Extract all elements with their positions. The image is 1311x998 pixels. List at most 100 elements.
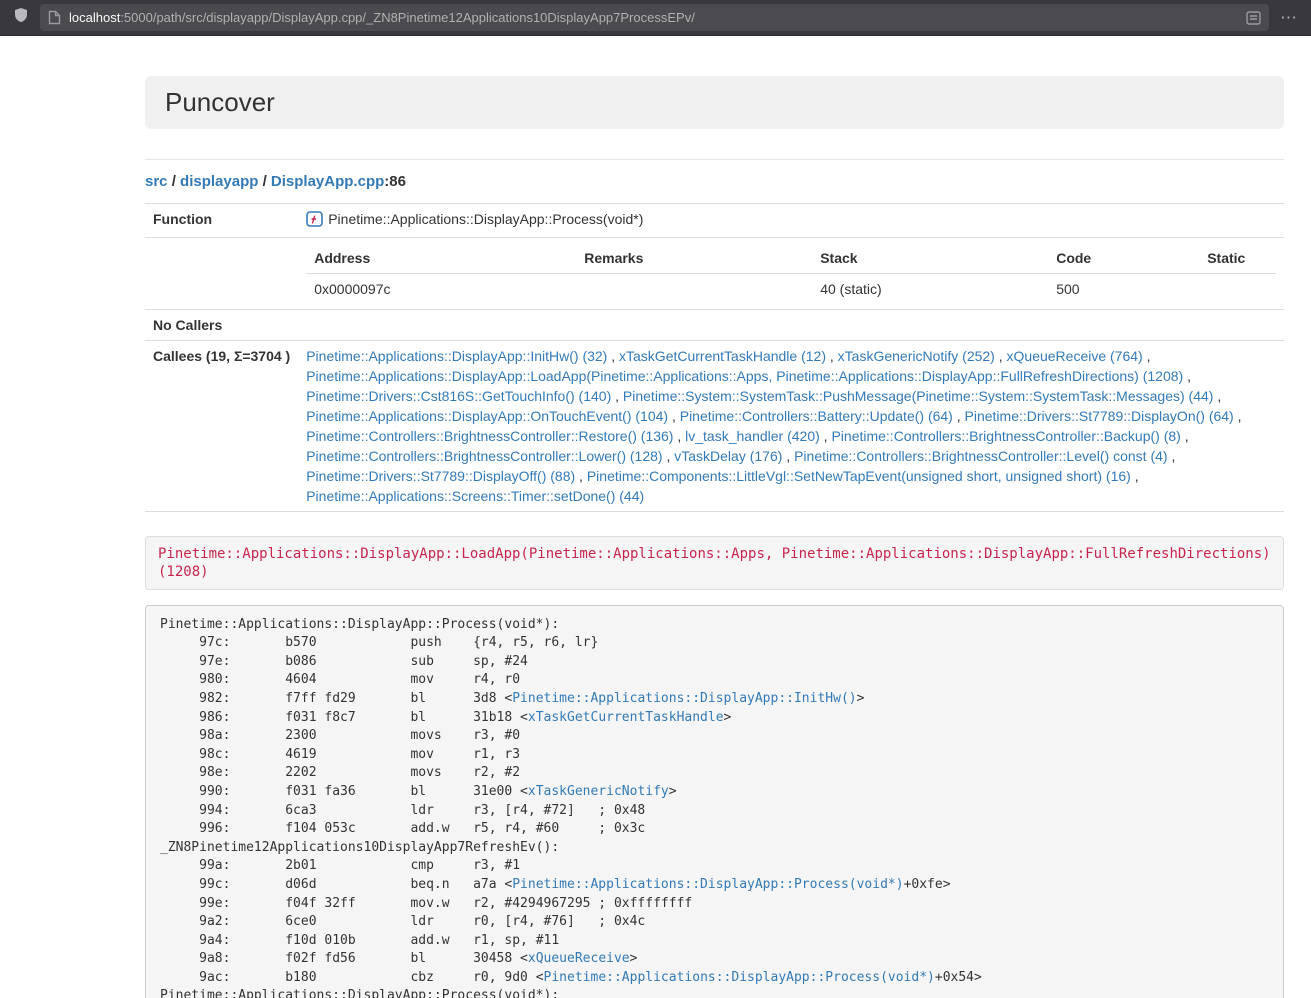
code-text: 98c: 4619 mov r1, r3 <box>160 747 520 762</box>
code-line: 99e: f04f 32ff mov.w r2, #4294967295 ; 0… <box>160 895 1269 914</box>
code-text: 9ac: b180 cbz r0, 9d0 < <box>160 970 544 985</box>
code-text: +0xfe> <box>904 877 951 892</box>
code-symbol-link[interactable]: Pinetime::Applications::DisplayApp::Proc… <box>512 877 903 892</box>
code-text: 982: f7ff fd29 bl 3d8 < <box>160 691 512 706</box>
callee-separator: , <box>1131 468 1139 484</box>
callee-separator: , <box>668 408 680 424</box>
code-line: 980: 4604 mov r4, r0 <box>160 671 1269 690</box>
code-text: > <box>669 784 677 799</box>
callee-link[interactable]: lv_task_handler (420) <box>685 428 820 444</box>
code-line: 9a4: f10d 010b add.w r1, sp, #11 <box>160 932 1269 951</box>
callees-list: Pinetime::Applications::DisplayApp::Init… <box>298 340 1284 511</box>
sub-table-header-row: AddressRemarksStackCodeStatic <box>306 243 1276 274</box>
code-text: 97e: b086 sub sp, #24 <box>160 654 528 669</box>
code-line: 98c: 4619 mov r1, r3 <box>160 746 1269 765</box>
callee-link[interactable]: Pinetime::Applications::DisplayApp::OnTo… <box>306 408 668 424</box>
no-callers-label: No Callers <box>145 309 298 340</box>
reader-mode-icon[interactable] <box>1246 11 1261 25</box>
callee-link[interactable]: Pinetime::Controllers::BrightnessControl… <box>306 448 662 464</box>
function-name: Pinetime::Applications::DisplayApp::Proc… <box>328 211 643 227</box>
breadcrumb-link[interactable]: src <box>145 173 168 190</box>
code-line: 994: 6ca3 ldr r3, [r4, #72] ; 0x48 <box>160 802 1269 821</box>
code-text: 986: f031 f8c7 bl 31b18 < <box>160 710 528 725</box>
code-text: 98e: 2202 movs r2, #2 <box>160 765 520 780</box>
callee-link[interactable]: Pinetime::Controllers::BrightnessControl… <box>831 428 1180 444</box>
callee-link[interactable]: xQueueReceive (764) <box>1007 348 1143 364</box>
cell-value: 40 (static) <box>812 273 1048 304</box>
code-text: _ZN8Pinetime12Applications10DisplayApp7R… <box>160 840 559 855</box>
code-line: 99a: 2b01 cmp r3, #1 <box>160 857 1269 876</box>
code-text: 9a8: f02f fd56 bl 30458 < <box>160 951 528 966</box>
callee-link[interactable]: Pinetime::Controllers::Battery::Update()… <box>680 408 953 424</box>
callee-link[interactable]: xTaskGenericNotify (252) <box>838 348 995 364</box>
no-callers-cell <box>298 309 1284 340</box>
column-header: Address <box>306 243 576 274</box>
callee-link[interactable]: Pinetime::System::SystemTask::PushMessag… <box>623 388 1214 404</box>
code-symbol-link[interactable]: xTaskGenericNotify <box>528 784 669 799</box>
code-text: 9a2: 6ce0 ldr r0, [r4, #76] ; 0x4c <box>160 914 645 929</box>
callee-separator: , <box>611 388 623 404</box>
callee-link[interactable]: Pinetime::Controllers::BrightnessControl… <box>794 448 1167 464</box>
browser-menu-button[interactable]: ⋯ <box>1275 0 1303 36</box>
breadcrumb-link[interactable]: DisplayApp.cpp <box>271 173 384 190</box>
breadcrumb-separator: / <box>168 173 181 190</box>
details-row: AddressRemarksStackCodeStatic 0x0000097c… <box>145 237 1284 309</box>
callee-link[interactable]: xTaskGetCurrentTaskHandle (12) <box>619 348 826 364</box>
column-header: Stack <box>812 243 1048 274</box>
callee-separator: , <box>1234 408 1242 424</box>
breadcrumb-link[interactable]: displayapp <box>180 173 258 190</box>
callee-link[interactable]: Pinetime::Applications::DisplayApp::Init… <box>306 348 607 364</box>
code-symbol-link[interactable]: Pinetime::Applications::DisplayApp::Proc… <box>544 970 935 985</box>
url-bar[interactable]: localhost:5000/path/src/displayapp/Displ… <box>40 4 1269 31</box>
callee-separator: , <box>953 408 965 424</box>
column-header: Static <box>1199 243 1276 274</box>
code-text: 99a: 2b01 cmp r3, #1 <box>160 858 520 873</box>
code-line: 9a2: 6ce0 ldr r0, [r4, #76] ; 0x4c <box>160 913 1269 932</box>
url-path: :5000/path/src/displayapp/DisplayApp.cpp… <box>120 10 695 25</box>
column-header: Code <box>1048 243 1199 274</box>
tracking-protection-button[interactable] <box>8 5 34 31</box>
callee-link[interactable]: Pinetime::Drivers::St7789::DisplayOff() … <box>306 468 575 484</box>
url-text[interactable]: localhost:5000/path/src/displayapp/Displ… <box>69 10 1238 25</box>
callee-separator: , <box>826 348 838 364</box>
code-text: 994: 6ca3 ldr r3, [r4, #72] ; 0x48 <box>160 803 645 818</box>
code-text: > <box>630 951 638 966</box>
symbol-signature: Pinetime::Applications::DisplayApp::Load… <box>158 546 1271 580</box>
function-type-icon <box>306 211 323 232</box>
details-table: AddressRemarksStackCodeStatic 0x0000097c… <box>306 243 1276 304</box>
callee-separator: , <box>1181 428 1189 444</box>
url-domain: localhost <box>69 10 120 25</box>
app-title: Puncover <box>165 88 1264 117</box>
callee-link[interactable]: Pinetime::Applications::DisplayApp::Load… <box>306 368 1183 384</box>
column-header: Remarks <box>576 243 812 274</box>
code-line: 99c: d06d beq.n a7a <Pinetime::Applicati… <box>160 876 1269 895</box>
callee-link[interactable]: Pinetime::Drivers::Cst816S::GetTouchInfo… <box>306 388 611 404</box>
breadcrumb-line-number: :86 <box>384 173 406 190</box>
code-line: 98e: 2202 movs r2, #2 <box>160 764 1269 783</box>
code-symbol-link[interactable]: Pinetime::Applications::DisplayApp::Init… <box>512 691 856 706</box>
code-line: 996: f104 053c add.w r5, r4, #60 ; 0x3c <box>160 820 1269 839</box>
disassembly-code: Pinetime::Applications::DisplayApp::Proc… <box>145 605 1284 998</box>
callee-link[interactable]: vTaskDelay (176) <box>674 448 782 464</box>
callee-link[interactable]: Pinetime::Controllers::BrightnessControl… <box>306 428 673 444</box>
code-symbol-link[interactable]: xTaskGetCurrentTaskHandle <box>528 710 724 725</box>
symbol-panel: Pinetime::Applications::DisplayApp::Load… <box>145 536 1284 590</box>
app-header: Puncover <box>145 76 1284 129</box>
callee-link[interactable]: Pinetime::Components::LittleVgl::SetNewT… <box>587 468 1131 484</box>
code-text: Pinetime::Applications::DisplayApp::Proc… <box>160 988 559 998</box>
details-cell: AddressRemarksStackCodeStatic 0x0000097c… <box>298 237 1284 309</box>
callees-row: Callees (19, Σ=3704 ) Pinetime::Applicat… <box>145 340 1284 511</box>
code-text: > <box>724 710 732 725</box>
page-content: Puncover src / displayapp / DisplayApp.c… <box>145 76 1284 998</box>
code-text: Pinetime::Applications::DisplayApp::Proc… <box>160 617 559 632</box>
code-symbol-link[interactable]: xQueueReceive <box>528 951 630 966</box>
callee-link[interactable]: Pinetime::Applications::Screens::Timer::… <box>306 488 644 504</box>
callee-link[interactable]: Pinetime::Drivers::St7789::DisplayOn() (… <box>965 408 1234 424</box>
callee-separator: , <box>782 448 794 464</box>
function-table: Function Pinetime::Applications::Display… <box>145 203 1284 512</box>
breadcrumb: src / displayapp / DisplayApp.cpp:86 <box>145 173 1284 190</box>
code-line: _ZN8Pinetime12Applications10DisplayApp7R… <box>160 839 1269 858</box>
callee-separator: , <box>575 468 587 484</box>
divider <box>145 159 1284 160</box>
code-text: 980: 4604 mov r4, r0 <box>160 672 520 687</box>
